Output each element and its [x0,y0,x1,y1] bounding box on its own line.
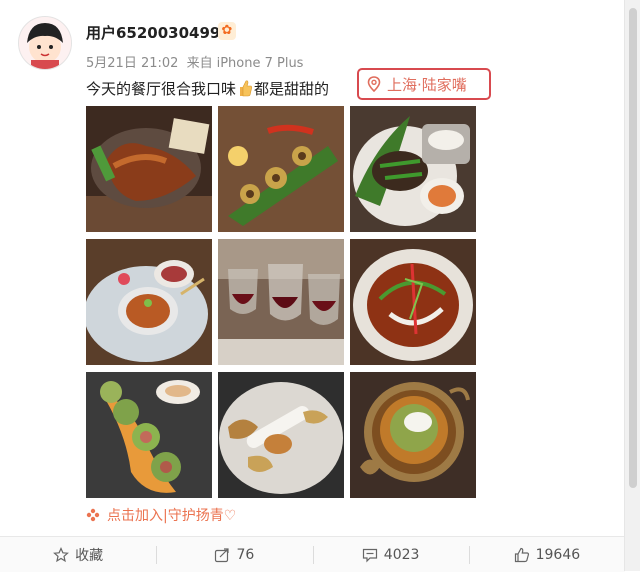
repost-button[interactable]: 76 [156,537,312,572]
post-text-part-1: 今天的餐厅很合我口味 [86,80,237,98]
like-button[interactable]: 19646 [468,537,625,572]
location-text: 上海·陆家嘴 [387,75,467,94]
photo-thumbnail[interactable] [218,106,344,232]
photo-thumbnail[interactable] [218,372,344,498]
photo-thumbnail[interactable] [350,239,476,365]
location-tag[interactable]: 上海·陆家嘴 [357,68,491,100]
flower-icon [86,508,100,522]
like-icon [514,547,529,562]
username[interactable]: 用户6520030499 [86,22,220,43]
like-count: 19646 [535,546,581,563]
share-arrow-icon [215,547,230,562]
photo-thumbnail[interactable] [350,372,476,498]
source-device[interactable]: iPhone 7 Plus [217,56,304,71]
repost-count: 76 [236,546,255,563]
thumbs-up-emoji-icon [240,80,252,97]
photo-thumbnail[interactable] [86,239,212,365]
weibo-post-card: 用户6520030499 ✿ 5月21日 21:02 来自 iPhone 7 Pl… [0,0,625,572]
favorite-button[interactable]: 收藏 [0,537,156,572]
post-text-part-2: 都是甜甜的 [254,80,330,98]
post-meta: 5月21日 21:02 来自 iPhone 7 Plus [86,52,307,71]
scrollbar-thumb[interactable] [629,8,637,488]
vip-badge-icon[interactable]: ✿ [218,22,236,40]
comment-button[interactable]: 4023 [312,537,469,572]
star-icon [53,546,70,562]
photo-thumbnail[interactable] [350,106,476,232]
scrollbar[interactable] [624,0,640,571]
location-pin-icon [367,76,381,92]
photo-thumbnail[interactable] [86,372,212,498]
photo-thumbnail[interactable] [86,106,212,232]
supertopic-link[interactable]: 点击加入|守护扬青♡ [86,505,236,525]
supertopic-text: 点击加入|守护扬青♡ [107,508,237,524]
photo-thumbnail[interactable] [218,239,344,365]
source-prefix: 来自 [186,56,213,71]
action-bar: 收藏 76 4023 19646 [0,536,625,572]
comment-icon [362,548,377,562]
post-date[interactable]: 5月21日 21:02 [86,56,178,71]
avatar[interactable] [18,16,72,70]
photo-grid [86,106,477,498]
favorite-label: 收藏 [75,547,104,564]
comment-count: 4023 [383,546,420,563]
post-text: 今天的餐厅很合我口味 都是甜甜的 [86,78,329,99]
